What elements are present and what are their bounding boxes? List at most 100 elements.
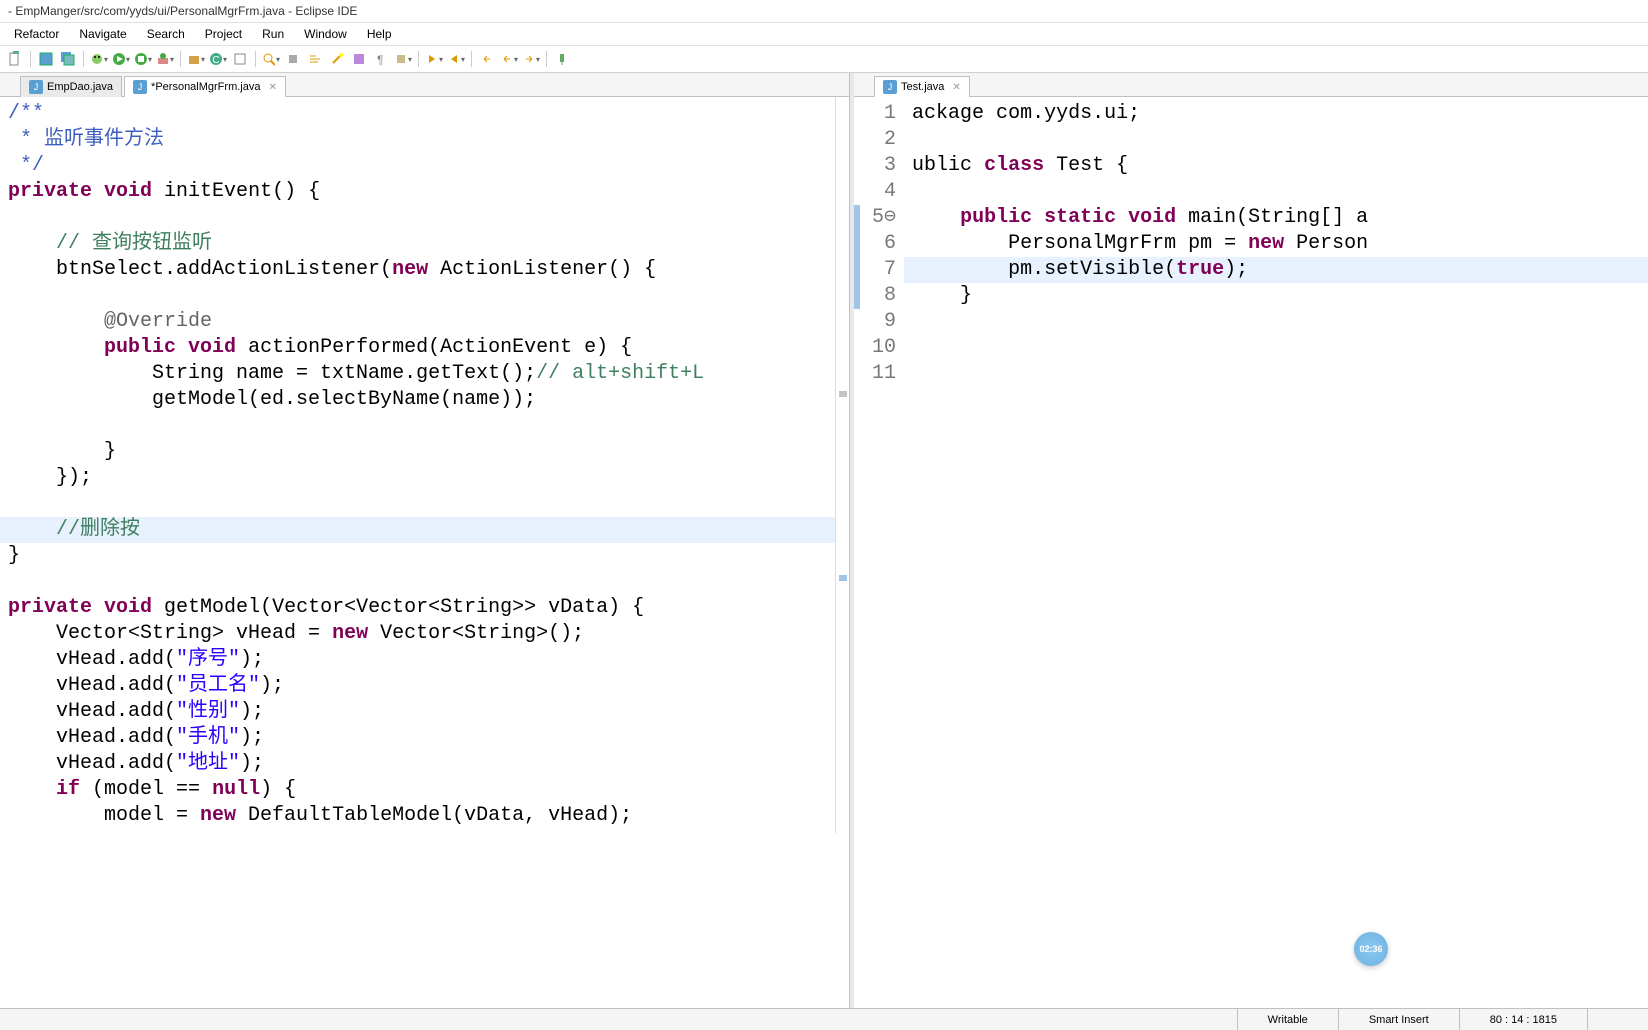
debug-button[interactable] xyxy=(90,50,108,68)
code-line[interactable]: vHead.add("员工名"); xyxy=(0,673,835,699)
code-line[interactable]: Vector<String> vHead = new Vector<String… xyxy=(0,621,835,647)
status-writable: Writable xyxy=(1237,1009,1338,1030)
code-line[interactable]: public void actionPerformed(ActionEvent … xyxy=(0,335,835,361)
code-line[interactable]: } xyxy=(0,543,835,569)
window-title: - EmpManger/src/com/yyds/ui/PersonalMgrF… xyxy=(8,4,357,18)
pin-button[interactable] xyxy=(553,50,571,68)
open-type-button[interactable] xyxy=(231,50,249,68)
code-line[interactable]: pm.setVisible(true); xyxy=(904,257,1648,283)
right-editor-content[interactable]: 12345⊖67891011 ackage com.yyds.ui; ublic… xyxy=(854,97,1648,1013)
code-line[interactable] xyxy=(0,413,835,439)
code-line[interactable] xyxy=(0,569,835,595)
code-line[interactable] xyxy=(904,309,1648,335)
menu-run[interactable]: Run xyxy=(252,23,294,45)
close-icon[interactable]: ✕ xyxy=(952,82,960,93)
status-cursor-position: 80 : 14 : 1815 xyxy=(1459,1009,1587,1030)
tab-empdao[interactable]: J EmpDao.java xyxy=(20,76,122,97)
code-line[interactable] xyxy=(904,335,1648,361)
task-button[interactable] xyxy=(350,50,368,68)
code-line[interactable]: btnSelect.addActionListener(new ActionLi… xyxy=(0,257,835,283)
coverage-button[interactable] xyxy=(134,50,152,68)
code-line[interactable]: vHead.add("序号"); xyxy=(0,647,835,673)
window-titlebar: - EmpManger/src/com/yyds/ui/PersonalMgrF… xyxy=(0,0,1648,23)
toolbar-separator xyxy=(255,51,256,67)
code-line[interactable] xyxy=(904,361,1648,387)
status-insert-mode: Smart Insert xyxy=(1338,1009,1459,1030)
code-line[interactable]: * 监听事件方法 xyxy=(0,127,835,153)
code-line[interactable]: vHead.add("性别"); xyxy=(0,699,835,725)
back-button[interactable] xyxy=(500,50,518,68)
code-line[interactable]: private void getModel(Vector<Vector<Stri… xyxy=(0,595,835,621)
menubar: Refactor Navigate Search Project Run Win… xyxy=(0,23,1648,46)
run-button[interactable] xyxy=(112,50,130,68)
right-editor-pane: J Test.java ✕ 12345⊖67891011 ackage com.… xyxy=(854,73,1648,1025)
next-annotation-button[interactable] xyxy=(425,50,443,68)
code-line[interactable]: if (model == null) { xyxy=(0,777,835,803)
code-line[interactable]: }); xyxy=(0,465,835,491)
wand-button[interactable] xyxy=(328,50,346,68)
code-line[interactable]: */ xyxy=(0,153,835,179)
code-line[interactable]: vHead.add("手机"); xyxy=(0,725,835,751)
code-line[interactable] xyxy=(0,283,835,309)
code-line[interactable]: ublic class Test { xyxy=(904,153,1648,179)
prev-annotation-button[interactable] xyxy=(447,50,465,68)
toolbar-separator xyxy=(30,51,31,67)
code-line[interactable] xyxy=(0,491,835,517)
editor-split: J EmpDao.java J *PersonalMgrFrm.java ✕ /… xyxy=(0,73,1648,1025)
new-button[interactable] xyxy=(6,50,24,68)
new-class-button[interactable]: C xyxy=(209,50,227,68)
menu-search[interactable]: Search xyxy=(137,23,195,45)
code-line[interactable]: private void initEvent() { xyxy=(0,179,835,205)
svg-text:¶: ¶ xyxy=(377,53,383,66)
menu-window[interactable]: Window xyxy=(294,23,357,45)
code-line[interactable]: public static void main(String[] a xyxy=(904,205,1648,231)
paragraph-button[interactable]: ¶ xyxy=(372,50,390,68)
toggle-breadcrumb-button[interactable] xyxy=(306,50,324,68)
menu-refactor[interactable]: Refactor xyxy=(4,23,69,45)
code-line[interactable]: getModel(ed.selectByName(name)); xyxy=(0,387,835,413)
code-line[interactable]: PersonalMgrFrm pm = new Person xyxy=(904,231,1648,257)
new-package-button[interactable] xyxy=(187,50,205,68)
forward-button[interactable] xyxy=(522,50,540,68)
code-line[interactable] xyxy=(904,127,1648,153)
java-file-icon: J xyxy=(883,80,897,94)
left-editor-content[interactable]: /** * 监听事件方法 */private void initEvent() … xyxy=(0,97,849,1013)
code-line[interactable]: } xyxy=(904,283,1648,309)
code-line[interactable]: //删除按 xyxy=(0,517,835,543)
code-line[interactable] xyxy=(904,179,1648,205)
code-line[interactable]: /** xyxy=(0,101,835,127)
search-button[interactable] xyxy=(262,50,280,68)
last-edit-button[interactable] xyxy=(478,50,496,68)
save-button[interactable] xyxy=(37,50,55,68)
code-line[interactable]: // 查询按钮监听 xyxy=(0,231,835,257)
code-line[interactable]: model = new DefaultTableModel(vData, vHe… xyxy=(0,803,835,829)
external-tools-button[interactable] xyxy=(156,50,174,68)
annotate-button[interactable] xyxy=(394,50,412,68)
code-line[interactable]: ackage com.yyds.ui; xyxy=(904,101,1648,127)
menu-project[interactable]: Project xyxy=(195,23,252,45)
code-line[interactable]: vHead.add("地址"); xyxy=(0,751,835,777)
toggle-mark-button[interactable] xyxy=(284,50,302,68)
tab-label: EmpDao.java xyxy=(47,81,113,93)
java-file-icon: J xyxy=(29,80,43,94)
close-icon[interactable]: ✕ xyxy=(268,82,276,93)
overview-ruler[interactable] xyxy=(835,97,849,833)
save-all-button[interactable] xyxy=(59,50,77,68)
menu-navigate[interactable]: Navigate xyxy=(69,23,136,45)
code-line[interactable]: String name = txtName.getText();// alt+s… xyxy=(0,361,835,387)
code-line[interactable]: } xyxy=(0,439,835,465)
tab-test[interactable]: J Test.java ✕ xyxy=(874,76,970,97)
code-line[interactable] xyxy=(0,205,835,231)
menu-help[interactable]: Help xyxy=(357,23,402,45)
right-tab-bar: J Test.java ✕ xyxy=(854,73,1648,97)
left-editor-pane: J EmpDao.java J *PersonalMgrFrm.java ✕ /… xyxy=(0,73,850,1025)
left-tab-bar: J EmpDao.java J *PersonalMgrFrm.java ✕ xyxy=(0,73,849,97)
status-spacer xyxy=(1587,1009,1648,1030)
timer-value: 02:36 xyxy=(1359,944,1382,954)
code-line[interactable]: @Override xyxy=(0,309,835,335)
java-file-icon: J xyxy=(133,80,147,94)
tab-personalmgrfrm[interactable]: J *PersonalMgrFrm.java ✕ xyxy=(124,76,286,97)
tab-label: Test.java xyxy=(901,81,944,93)
toolbar-separator xyxy=(180,51,181,67)
toolbar-separator xyxy=(418,51,419,67)
